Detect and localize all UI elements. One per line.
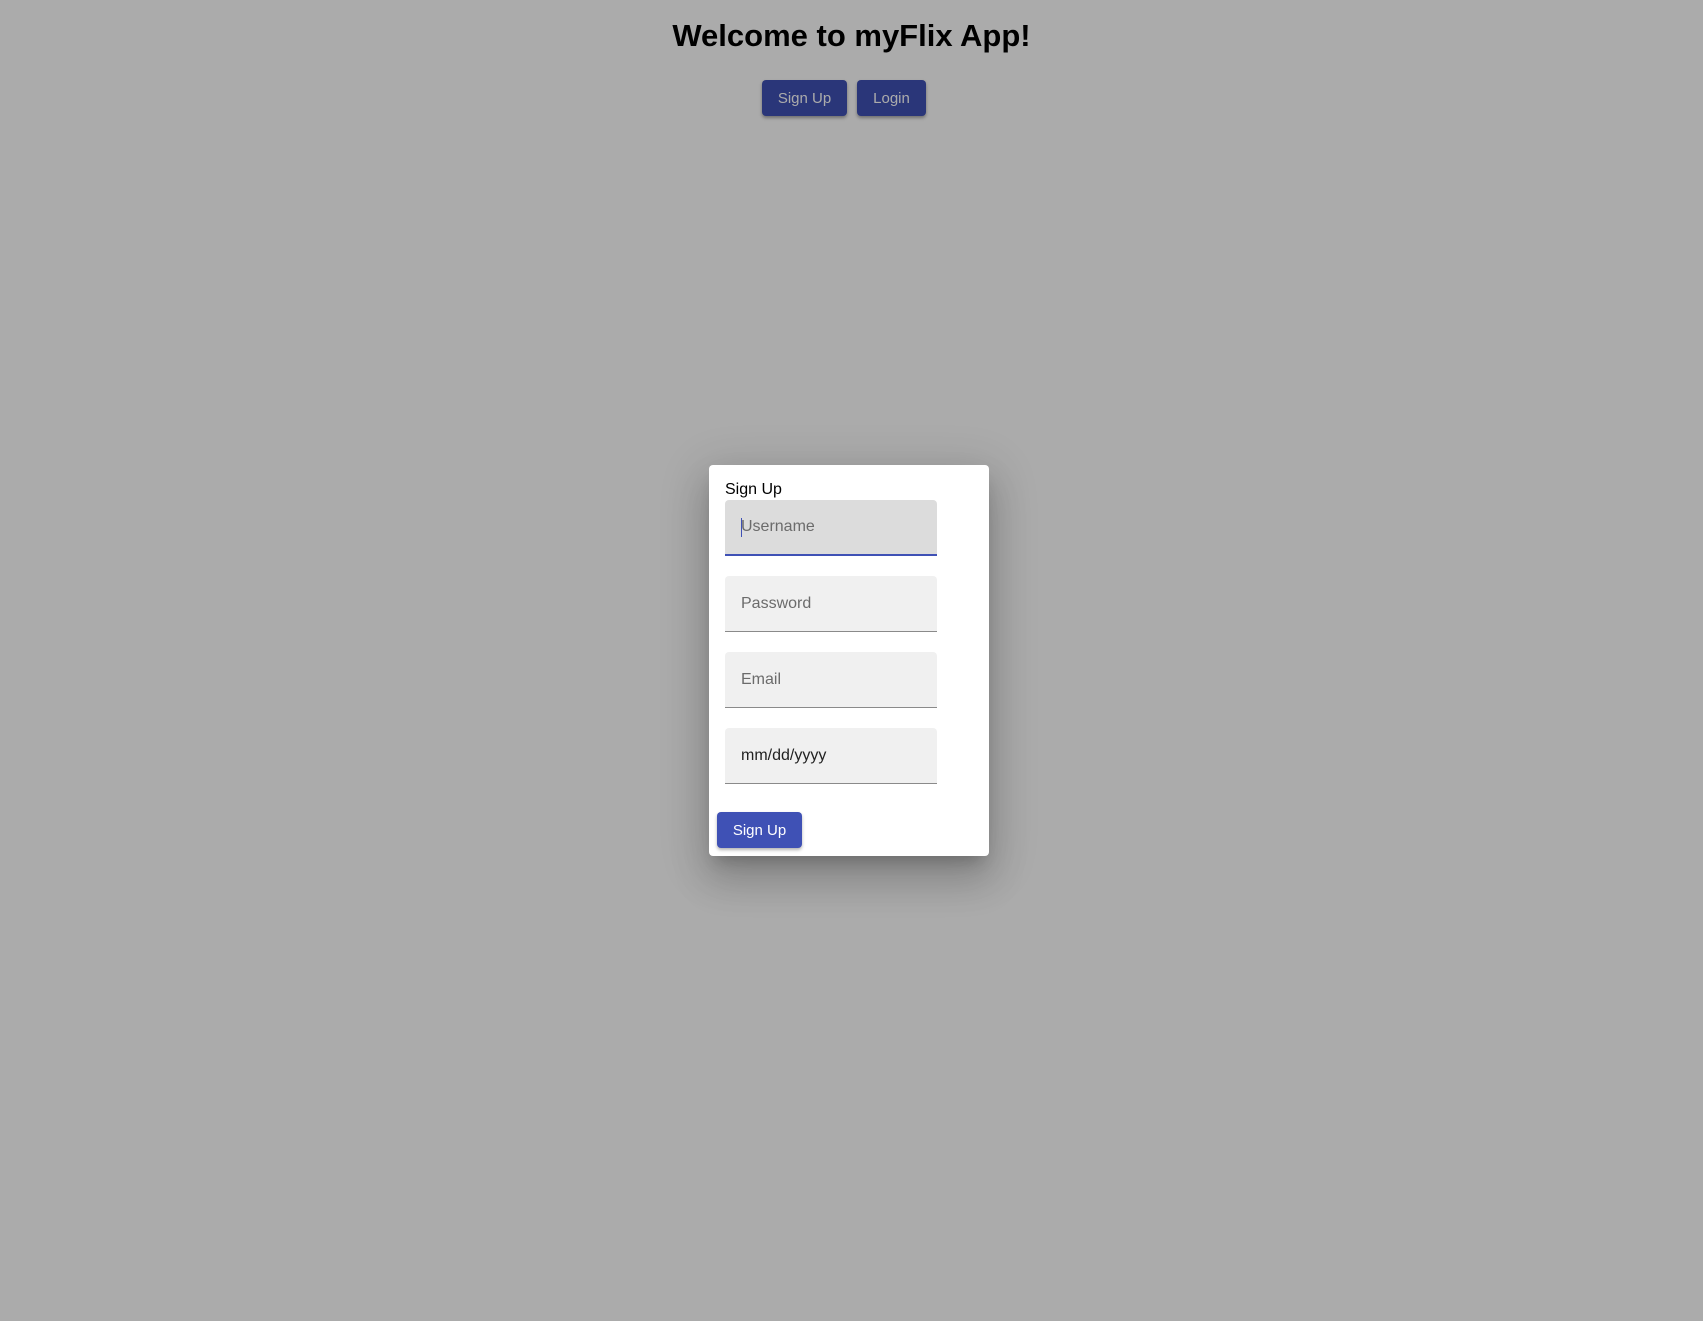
submit-signup-button[interactable]: Sign Up — [717, 812, 802, 848]
signup-dialog: Sign Up Sign Up — [709, 465, 989, 856]
birthday-field[interactable] — [725, 728, 937, 784]
dialog-title: Sign Up — [725, 481, 782, 498]
username-input[interactable] — [725, 500, 937, 554]
email-input[interactable] — [725, 652, 937, 707]
email-field[interactable] — [725, 652, 937, 708]
password-field[interactable] — [725, 576, 937, 632]
username-field[interactable] — [725, 500, 937, 556]
password-input[interactable] — [725, 576, 937, 631]
birthday-input[interactable] — [725, 728, 937, 783]
text-cursor — [741, 518, 742, 537]
